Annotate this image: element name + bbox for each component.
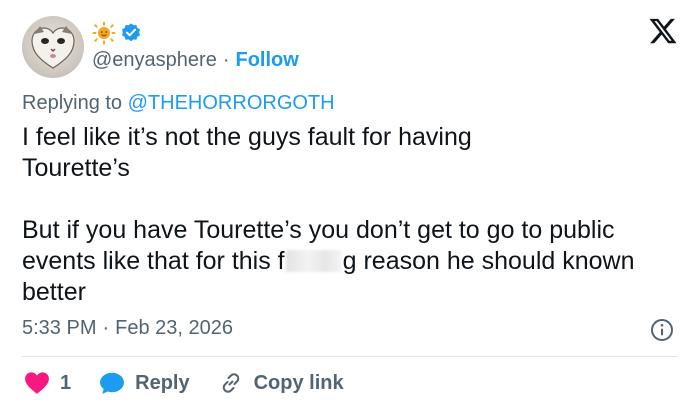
tweet-paragraph-1: I feel like it’s not the guys fault for …: [22, 123, 472, 182]
tweet-paragraph-2: But if you have Tourette’s you don’t get…: [22, 215, 672, 308]
reply-bubble-icon: [100, 372, 125, 394]
reply-label: Reply: [135, 371, 190, 394]
handle-separator: ·: [222, 48, 230, 71]
follow-button[interactable]: Follow: [236, 49, 299, 72]
copy-link-label: Copy link: [253, 371, 344, 394]
info-icon[interactable]: [650, 318, 674, 342]
reply-button[interactable]: Reply: [99, 371, 190, 395]
censored-word-blur: [285, 250, 342, 272]
action-bar: 1 Reply Copy link: [24, 368, 372, 398]
display-name-row: [92, 20, 142, 46]
sun-emoji-icon: [92, 21, 116, 45]
tweet-text: I feel like it’s not the guys fault for …: [22, 122, 682, 308]
timestamp-date: Feb 23, 2026: [115, 317, 234, 339]
heart-icon: [25, 372, 49, 394]
handle-row: @enyasphere · Follow: [92, 47, 299, 73]
replying-to-prefix: Replying to: [22, 92, 123, 114]
replying-to-mention[interactable]: @THEHORRORGOTH: [128, 92, 335, 114]
divider: [22, 356, 678, 357]
timestamp[interactable]: 5:33 PM · Feb 23, 2026: [22, 317, 233, 340]
replying-to: Replying to @THEHORRORGOTH: [22, 92, 335, 115]
author-handle[interactable]: @enyasphere: [92, 49, 217, 72]
copy-link-button[interactable]: Copy link: [218, 371, 344, 395]
timestamp-time: 5:33 PM: [22, 317, 97, 339]
verified-badge-icon: [122, 23, 140, 42]
timestamp-separator: ·: [102, 317, 110, 339]
link-icon: [222, 373, 239, 393]
avatar[interactable]: [22, 16, 84, 78]
avatar-image: [31, 26, 75, 69]
like-count: 1: [60, 371, 72, 394]
like-button[interactable]: 1: [24, 371, 71, 395]
x-logo-icon[interactable]: [648, 16, 678, 46]
